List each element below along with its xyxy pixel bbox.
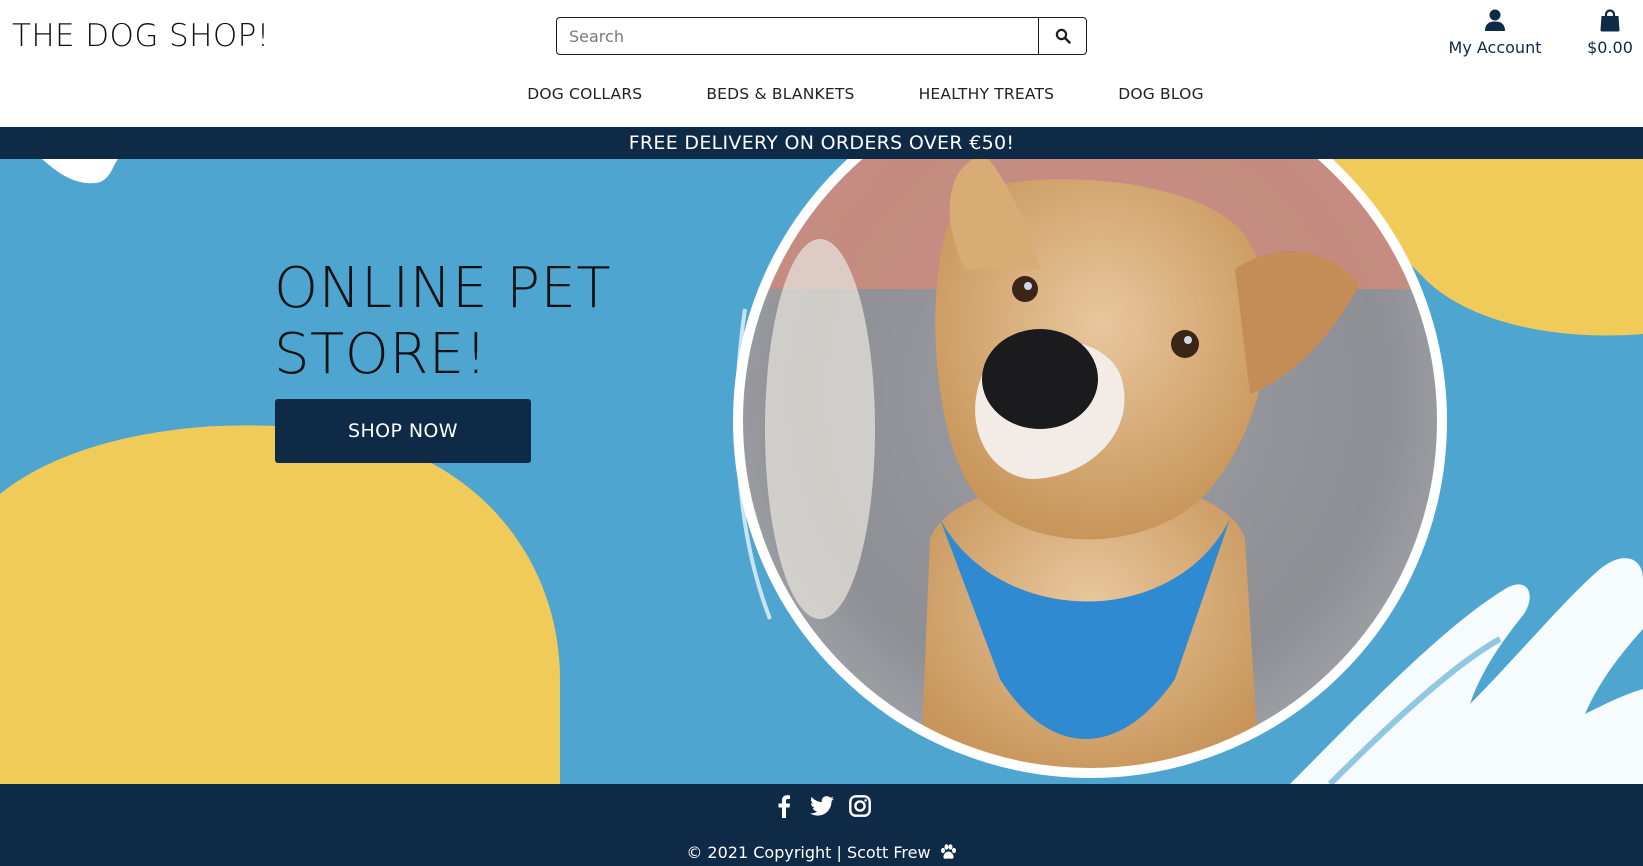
- twitter-link[interactable]: [809, 794, 834, 818]
- my-account-label: My Account: [1448, 38, 1542, 57]
- search-button[interactable]: [1038, 17, 1087, 55]
- search-form: [556, 17, 1087, 55]
- search-input[interactable]: [556, 17, 1038, 55]
- cart-link[interactable]: $0.00: [1580, 9, 1640, 57]
- delivery-banner: FREE DELIVERY ON ORDERS OVER €50!: [0, 127, 1643, 159]
- twitter-icon: [809, 796, 834, 816]
- paw-icon: [940, 844, 956, 859]
- hero-title-line-1: ONLINE PET: [274, 256, 612, 321]
- shop-now-button[interactable]: SHOP NOW: [275, 399, 531, 463]
- hero-section: ONLINE PET STORE! SHOP NOW: [0, 159, 1643, 784]
- nav-item-dog-collars[interactable]: DOG COLLARS: [527, 85, 642, 103]
- my-account-link[interactable]: My Account: [1440, 9, 1550, 57]
- user-icon: [1485, 9, 1505, 31]
- copyright-label: © 2021 Copyright | Scott Frew: [686, 843, 931, 862]
- hero-title: ONLINE PET STORE!: [274, 256, 611, 388]
- site-footer: © 2021 Copyright | Scott Frew: [0, 784, 1643, 866]
- social-links: [0, 794, 1643, 818]
- site-logo[interactable]: THE DOG SHOP!: [12, 14, 270, 58]
- hero-title-line-2: STORE!: [274, 322, 488, 387]
- instagram-icon: [848, 795, 871, 817]
- shopping-bag-icon: [1600, 9, 1620, 32]
- site-header: THE DOG SHOP! My Account $0.00 DOG COLLA…: [0, 0, 1643, 127]
- nav-item-healthy-treats[interactable]: HEALTHY TREATS: [919, 85, 1055, 103]
- hero-background: [0, 159, 1643, 784]
- instagram-link[interactable]: [848, 794, 872, 818]
- search-icon: [1055, 28, 1071, 44]
- cart-total: $0.00: [1587, 38, 1633, 57]
- copyright-text: © 2021 Copyright | Scott Frew: [0, 843, 1643, 862]
- nav-item-dog-blog[interactable]: DOG BLOG: [1118, 85, 1204, 103]
- nav-item-beds-blankets[interactable]: BEDS & BLANKETS: [706, 85, 854, 103]
- facebook-icon: [778, 795, 790, 818]
- main-nav: DOG COLLARS BEDS & BLANKETS HEALTHY TREA…: [0, 85, 1643, 103]
- facebook-link[interactable]: [772, 794, 796, 818]
- dog-photo: [742, 159, 1438, 769]
